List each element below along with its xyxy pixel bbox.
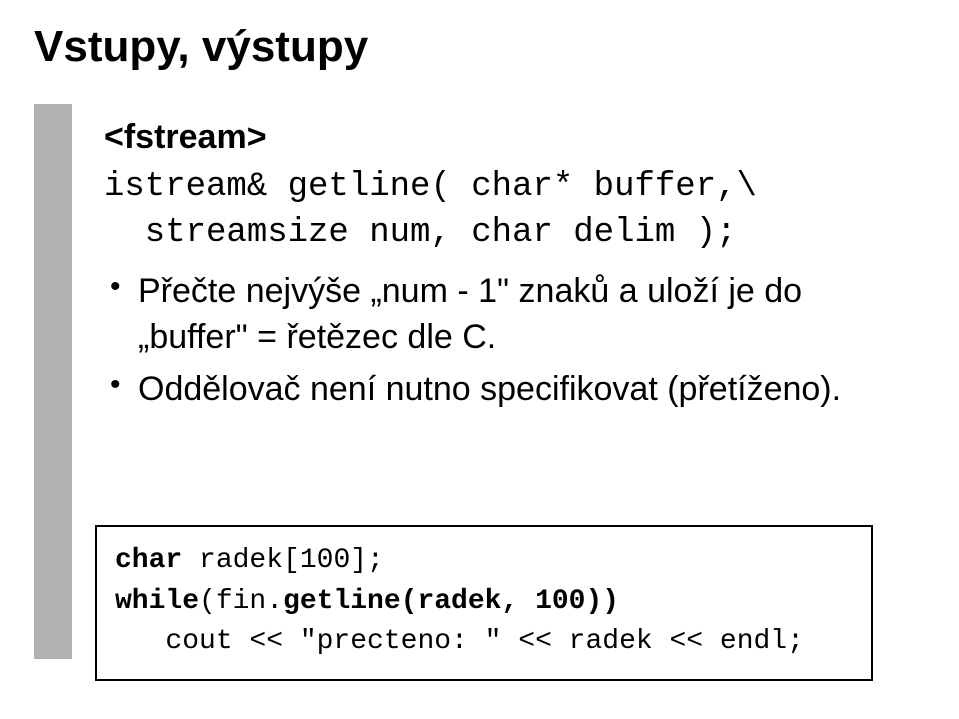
code-keyword: while — [115, 586, 199, 617]
function-signature-line-2: streamsize num, char delim ); — [104, 211, 919, 257]
decorative-sidebar — [34, 104, 72, 659]
code-text: (fin. — [199, 586, 283, 617]
code-line: char radek[100]; — [115, 541, 853, 582]
code-call: getline(radek, 100)) — [283, 586, 619, 617]
code-keyword: char — [115, 545, 182, 576]
function-signature-line-1: istream& getline( char* buffer,\ — [104, 165, 919, 211]
slide-title: Vstupy, výstupy — [34, 22, 368, 72]
code-line: while(fin.getline(radek, 100)) — [115, 582, 853, 623]
bullet-list: Přečte nejvýše „num - 1" znaků a uloží j… — [104, 269, 919, 413]
presentation-slide: Vstupy, výstupy <fstream> istream& getli… — [0, 0, 959, 719]
code-example-box: char radek[100]; while(fin.getline(radek… — [95, 525, 873, 681]
code-text: radek[100]; — [182, 545, 384, 576]
slide-subheading: <fstream> — [104, 118, 919, 157]
code-line: cout << "precteno: " << radek << endl; — [115, 622, 853, 663]
bullet-item: Oddělovač není nutno specifikovat (přetí… — [104, 367, 919, 413]
slide-content: <fstream> istream& getline( char* buffer… — [104, 118, 919, 418]
bullet-item: Přečte nejvýše „num - 1" znaků a uloží j… — [104, 269, 919, 361]
